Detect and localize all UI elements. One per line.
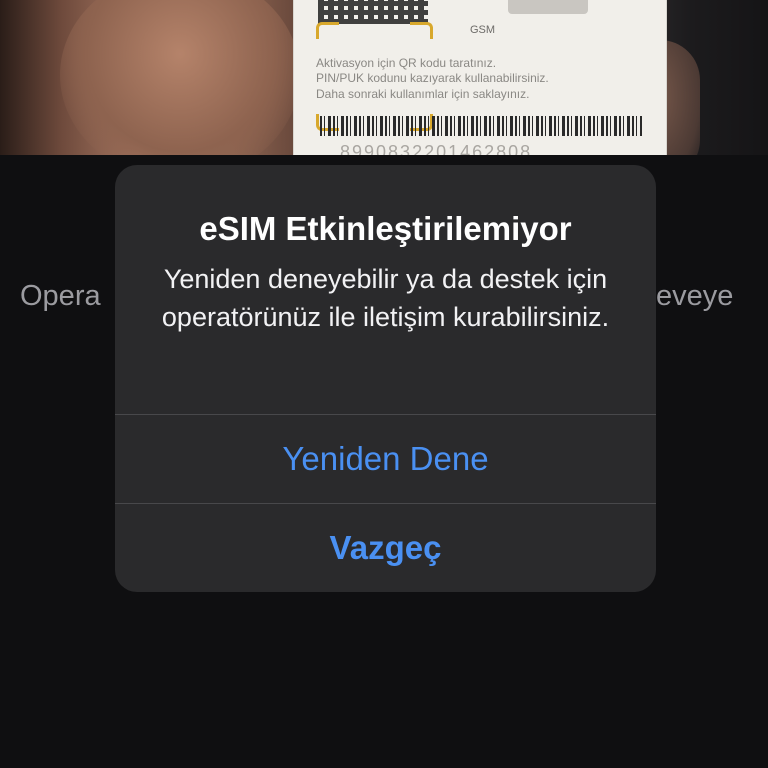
sim-card-image: GSM Aktivasyon için QR kodu taratınız. P… <box>294 0 666 155</box>
cancel-button[interactable]: Vazgeç <box>115 504 656 592</box>
qr-code <box>318 0 428 24</box>
card-text-line: PIN/PUK kodunu kazıyarak kullanabilirsin… <box>316 71 549 85</box>
scan-frame-corner <box>410 22 433 39</box>
barcode <box>320 116 642 136</box>
background-text-right: eveye <box>656 280 734 312</box>
scan-frame-corner <box>316 22 339 39</box>
retry-button[interactable]: Yeniden Dene <box>115 415 656 503</box>
card-label: GSM <box>470 24 496 36</box>
background-text-left: Opera <box>20 280 101 312</box>
alert-dialog: eSIM Etkinleştirilemiyor Yeniden deneyeb… <box>115 165 656 592</box>
alert-title: eSIM Etkinleştirilemiyor <box>199 210 572 247</box>
card-serial: 8990832201462808... <box>340 142 554 155</box>
hand-image <box>60 0 300 155</box>
card-text-line: Daha sonraki kullanımlar için saklayınız… <box>316 87 530 101</box>
alert-message: Yeniden deneyebilir ya da destek için op… <box>161 264 610 332</box>
camera-viewfinder: GSM Aktivasyon için QR kodu taratınız. P… <box>0 0 768 155</box>
card-text-line: Aktivasyon için QR kodu taratınız. <box>316 56 497 70</box>
card-chip-area <box>508 0 588 14</box>
